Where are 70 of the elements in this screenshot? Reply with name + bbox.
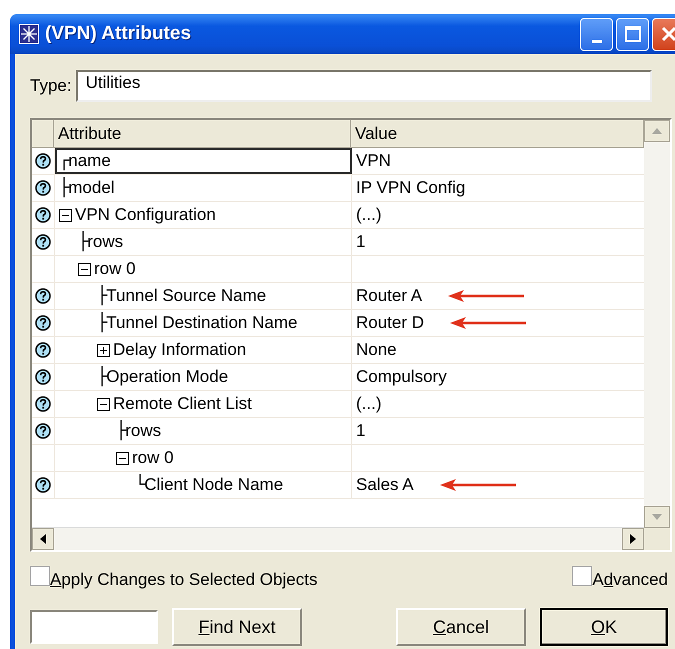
collapse-icon[interactable] [78, 262, 91, 276]
horizontal-scrollbar[interactable] [32, 527, 644, 550]
tree-branch: ├ [116, 421, 126, 441]
tree-branch: └ [135, 475, 146, 495]
maximize-icon [624, 26, 640, 42]
value-cell[interactable]: Router A [356, 286, 422, 306]
attribute-cell[interactable]: Delay Information [55, 337, 352, 363]
collapse-icon[interactable] [116, 452, 129, 464]
attribute-cell[interactable]: ├rows [55, 418, 352, 444]
help-icon[interactable] [35, 396, 51, 412]
attribute-cell[interactable]: VPN Configuration [55, 202, 352, 228]
tree-branch: ├ [97, 367, 108, 387]
attribute-cell[interactable]: Remote Client List [55, 391, 352, 417]
value-cell[interactable]: Sales A [356, 475, 414, 495]
attribute-cell[interactable]: ├Tunnel Destination Name [55, 310, 352, 336]
attribute-cell[interactable]: ├rows [55, 229, 352, 255]
help-icon[interactable] [35, 234, 51, 250]
attribute-cell[interactable]: row 0 [55, 256, 352, 282]
left-arrow-icon[interactable] [40, 534, 46, 544]
value-cell[interactable]: Compulsory [356, 367, 447, 387]
tree-branch: ├ [97, 286, 108, 306]
attribute-cell[interactable]: ├Operation Mode [55, 364, 352, 390]
expand-icon[interactable] [97, 344, 110, 356]
checkbox-label[interactable]: Advanced [592, 570, 668, 590]
collapse-icon[interactable] [97, 398, 110, 410]
value-cell[interactable]: 1 [356, 232, 366, 252]
right-arrow-icon[interactable] [630, 534, 636, 544]
tree-branch: ├ [59, 178, 70, 198]
minimize-button[interactable] [580, 18, 613, 50]
type-label: Type: [30, 76, 72, 96]
value-cell[interactable]: None [356, 340, 397, 360]
help-icon[interactable] [35, 369, 51, 385]
checkbox[interactable] [572, 566, 592, 586]
value-cell[interactable]: IP VPN Config [356, 178, 466, 198]
collapse-icon[interactable] [59, 208, 72, 222]
maximize-button[interactable] [616, 18, 649, 50]
search-field[interactable] [30, 610, 158, 644]
close-icon [660, 26, 675, 42]
attribute-cell[interactable]: row 0 [55, 445, 352, 471]
value-cell[interactable]: 1 [356, 421, 366, 441]
attribute-cell[interactable]: ├Tunnel Source Name [55, 283, 352, 309]
checkbox-label[interactable]: Apply Changes to Selected Objects [50, 570, 318, 590]
cancel-button[interactable]: Cancel [396, 608, 526, 646]
column-header[interactable]: Attribute [54, 120, 351, 148]
star-icon [19, 24, 39, 44]
value-cell[interactable]: (...) [356, 205, 382, 225]
tree-branch: ├ [97, 313, 108, 333]
checkbox[interactable] [30, 566, 50, 586]
attribute-cell[interactable]: ┌name [55, 148, 352, 174]
minimize-icon [592, 40, 602, 42]
help-icon[interactable] [35, 342, 51, 358]
ok-button[interactable]: OK [540, 608, 668, 646]
scrollbar-corner [644, 528, 670, 550]
help-icon[interactable] [35, 315, 51, 331]
value-cell[interactable]: (...) [356, 394, 382, 414]
attribute-cell[interactable]: └Client Node Name [55, 472, 352, 498]
type-field[interactable]: Utilities [76, 70, 652, 102]
attribute-cell[interactable]: ├model [55, 175, 352, 201]
help-icon[interactable] [35, 288, 51, 304]
help-icon[interactable] [35, 423, 51, 439]
help-icon[interactable] [35, 477, 51, 493]
find-next-button[interactable]: Find Next [172, 608, 302, 646]
help-icon[interactable] [35, 180, 51, 196]
help-icon[interactable] [35, 207, 51, 223]
tree-branch: ┌ [59, 151, 70, 171]
help-icon[interactable] [35, 153, 51, 169]
value-cell[interactable]: Router D [356, 313, 424, 333]
value-cell[interactable]: VPN [356, 151, 391, 171]
tree-branch: ├ [78, 232, 88, 252]
window-title: (VPN) Attributes [45, 23, 192, 45]
